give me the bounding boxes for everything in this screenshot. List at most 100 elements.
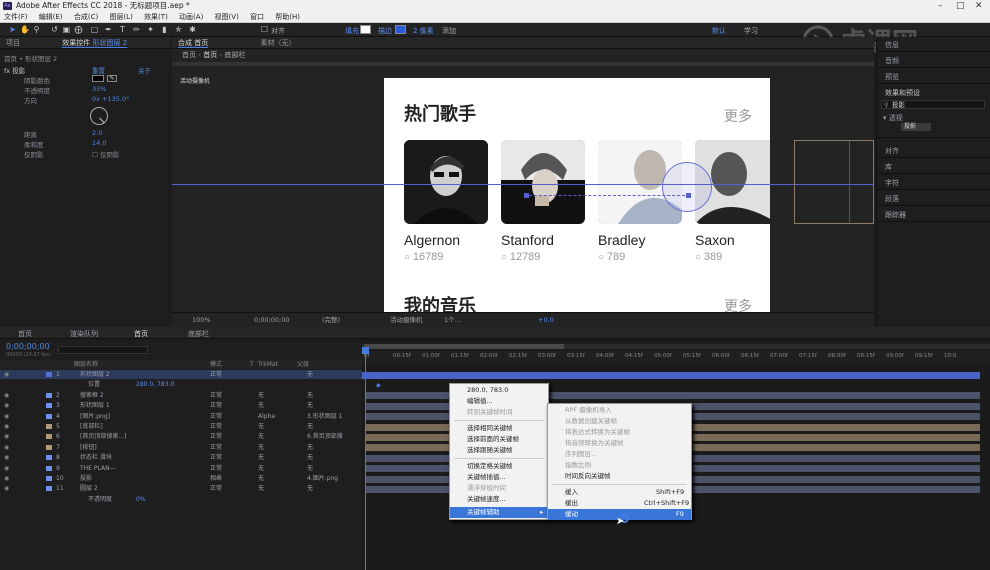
direction-value[interactable]: 0x +135.0°: [92, 95, 129, 103]
visibility-eye-icon[interactable]: ◉: [4, 484, 9, 493]
layer-trkmat[interactable]: 无: [258, 464, 264, 473]
sub-easy-ease-in[interactable]: 缓入 Shift+F9: [548, 487, 691, 498]
layer-mode[interactable]: 正常: [210, 432, 222, 441]
pan-behind-tool-icon[interactable]: ⨁: [74, 25, 83, 34]
col-parent[interactable]: 父级: [297, 360, 309, 369]
layer-mode[interactable]: 正常: [210, 484, 222, 493]
menu-file[interactable]: 文件(F): [4, 13, 28, 21]
layer-row[interactable]: ◉ 7 [按钮] 正常 无 无: [0, 443, 362, 452]
panel-character[interactable]: 字符: [885, 178, 899, 188]
visibility-eye-icon[interactable]: ◉: [4, 464, 9, 473]
layer-trkmat[interactable]: 无: [258, 391, 264, 400]
layer-trkmat[interactable]: 无: [258, 401, 264, 410]
selection-tool-icon[interactable]: ➤: [8, 25, 17, 34]
stroke-width[interactable]: 2 像素: [413, 26, 434, 36]
layer-parent[interactable]: 4.图片.png: [307, 474, 338, 483]
breadcrumb-bottom-bar[interactable]: 底部栏: [225, 51, 246, 59]
stroke-swatch[interactable]: [395, 25, 406, 34]
singer-card[interactable]: Stanford 12789: [501, 140, 585, 263]
layer-mode[interactable]: 相乘: [210, 474, 222, 483]
layer-row[interactable]: ◉ 9 THE PLAN— 正常 无 无: [0, 464, 362, 473]
fill-swatch[interactable]: [360, 25, 371, 34]
fill-label[interactable]: 填充: [345, 26, 359, 36]
zoom-level[interactable]: 100%: [192, 313, 211, 328]
effects-search-input[interactable]: ⚲ 投影: [881, 100, 985, 109]
viewer-timecode[interactable]: 0;00;00;00: [254, 313, 290, 328]
sub-convert-audio[interactable]: 将音频转换为关键帧: [548, 438, 624, 449]
section-hot-singers-more[interactable]: 更多: [724, 106, 752, 126]
fx-toggle-icon[interactable]: fx: [4, 67, 10, 75]
section-my-music-more[interactable]: 更多: [724, 296, 752, 312]
type-tool-icon[interactable]: T: [118, 25, 127, 34]
tab-footage[interactable]: 素材（无）: [260, 39, 295, 47]
eraser-tool-icon[interactable]: ▮: [160, 25, 169, 34]
col-layer-name[interactable]: 图层名称: [74, 360, 98, 369]
layer-mode[interactable]: 正常: [210, 422, 222, 431]
menu-view[interactable]: 视图(V): [215, 13, 239, 21]
menu-layer[interactable]: 图层(L): [109, 13, 132, 21]
layer-parent[interactable]: 无: [307, 443, 313, 452]
panel-info[interactable]: 信息: [885, 40, 899, 50]
property-name[interactable]: 不透明度: [88, 495, 112, 504]
camera-tool-icon[interactable]: ▣: [62, 25, 71, 34]
ctx-goto-keyframe-time[interactable]: 转到关键帧时间: [450, 407, 513, 418]
panel-audio[interactable]: 音频: [885, 56, 899, 66]
property-value[interactable]: 0%: [136, 495, 146, 504]
tab-composition[interactable]: 合成 首页: [178, 39, 209, 48]
layer-parent[interactable]: 无: [307, 484, 313, 493]
work-area-bar[interactable]: [362, 344, 990, 349]
add-label[interactable]: 添加: [442, 26, 456, 36]
layer-name[interactable]: 状态栏 滑块: [80, 453, 112, 462]
maximize-icon[interactable]: □: [956, 0, 965, 12]
menu-composition[interactable]: 合成(C): [74, 13, 98, 21]
label-color-swatch[interactable]: [46, 486, 52, 492]
minimize-icon[interactable]: –: [938, 0, 943, 12]
layer-trkmat[interactable]: 无: [258, 453, 264, 462]
layer-row[interactable]: ◉ 11 圆层 2 正常 无 无: [0, 484, 362, 493]
layer-parent[interactable]: 无: [307, 422, 313, 431]
col-mode[interactable]: 模式: [210, 360, 222, 369]
layer-trkmat[interactable]: 无: [258, 422, 264, 431]
visibility-eye-icon[interactable]: ◉: [4, 391, 9, 400]
menu-animation[interactable]: 动画(A): [179, 13, 203, 21]
layer-mode[interactable]: 正常: [210, 464, 222, 473]
fx-name[interactable]: fx 投影: [4, 65, 25, 75]
label-color-swatch[interactable]: [46, 413, 52, 419]
layer-parent[interactable]: 无: [307, 370, 313, 379]
distance-value[interactable]: 2.0: [92, 129, 102, 137]
property-value[interactable]: 280.0, 783.0: [136, 380, 174, 389]
ctx-keyframe-velocity[interactable]: 关键帧速度...: [450, 494, 506, 505]
sub-keyframes-from-data[interactable]: 从数据创建关键帧: [548, 416, 617, 427]
playhead-handle[interactable]: [362, 347, 369, 354]
layer-name[interactable]: 形状图层 2: [80, 370, 110, 379]
layer-mode[interactable]: 正常: [210, 370, 222, 379]
ctx-select-following-keyframes[interactable]: 选择跟随关键帧: [450, 445, 513, 456]
layer-row[interactable]: 位置 280.0, 783.0: [0, 380, 362, 389]
layer-trkmat[interactable]: 无: [258, 484, 264, 493]
breadcrumb-home[interactable]: 首页: [182, 51, 196, 59]
panel-align[interactable]: 对齐: [885, 146, 899, 156]
ctx-select-equal-keyframes[interactable]: 选择相同关键帧: [450, 423, 513, 434]
visibility-eye-icon[interactable]: ◉: [4, 422, 9, 431]
sub-rpf-camera-import[interactable]: RPF 摄像机导入: [548, 405, 612, 416]
label-color-swatch[interactable]: [46, 444, 52, 450]
camera-select[interactable]: 活动摄像机: [390, 313, 423, 328]
layer-mode[interactable]: 正常: [210, 391, 222, 400]
layer-row[interactable]: ◉ 3 形状图层 1 正常 无 无: [0, 401, 362, 410]
sub-sequence-layers[interactable]: 序列图层...: [548, 449, 597, 460]
layer-parent[interactable]: 无: [307, 391, 313, 400]
layer-duration-bar[interactable]: [362, 371, 980, 379]
workspace-default[interactable]: 默认: [712, 26, 726, 36]
ctx-rove-across-time[interactable]: 漂浮穿梭时间: [450, 483, 506, 494]
zoom-tool-icon[interactable]: ⚲: [32, 25, 41, 34]
layer-parent[interactable]: 6.首页顶部搜: [307, 432, 343, 441]
visibility-eye-icon[interactable]: ◉: [4, 474, 9, 483]
tab-timeline-home-active[interactable]: 首页: [134, 329, 148, 339]
resolution-select[interactable]: (完整): [322, 313, 340, 328]
shape-layer-ellipse[interactable]: [662, 162, 712, 212]
layer-trkmat[interactable]: 无: [258, 443, 264, 452]
tree-drop-shadow[interactable]: 投影: [901, 123, 931, 131]
layer-parent[interactable]: 无: [307, 464, 313, 473]
col-trkmat[interactable]: TrkMat: [258, 360, 278, 369]
label-color-swatch[interactable]: [46, 476, 52, 481]
